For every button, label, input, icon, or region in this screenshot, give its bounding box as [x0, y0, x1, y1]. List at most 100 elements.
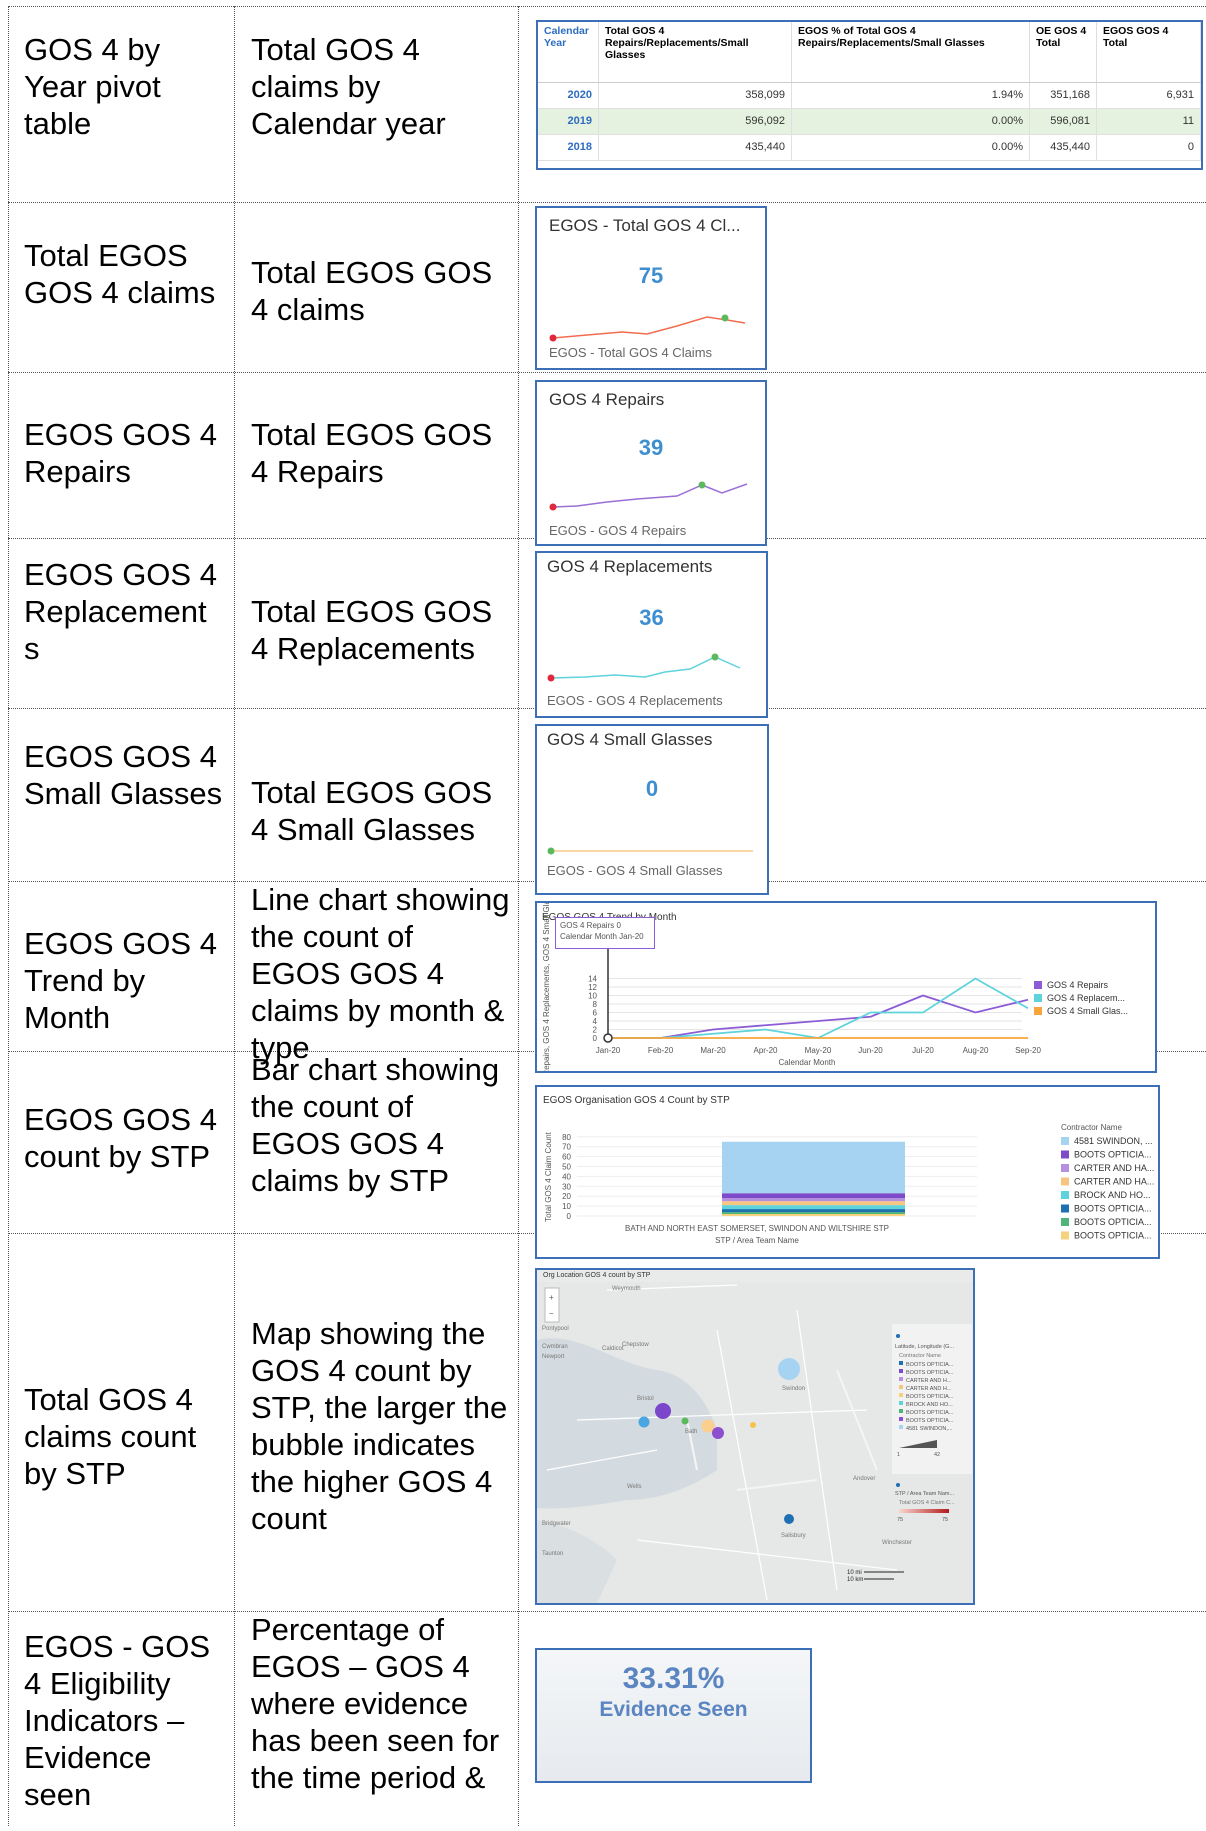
- tile-value: 0: [645, 776, 659, 801]
- bar-segment[interactable]: [722, 1201, 905, 1206]
- map-panel[interactable]: Org Location GOS 4 count by STP + − Weym…: [535, 1268, 975, 1605]
- y-tick-label: 0: [593, 1034, 598, 1043]
- tile-value: 36: [639, 605, 664, 630]
- tile-title: GOS 4 Small Glasses: [547, 730, 713, 749]
- kpi-tile-replacements[interactable]: GOS 4 Replacements 36 EGOS - GOS 4 Repla…: [535, 551, 768, 718]
- table-cell: 358,099: [598, 82, 792, 109]
- stp-bar-chart[interactable]: EGOS Organisation GOS 4 Count by STP 0 10…: [535, 1085, 1160, 1259]
- x-tick-label: Aug-20: [963, 1046, 989, 1055]
- stp-svg: 01020304050607080 Total GOS 4 Claim Coun…: [544, 1123, 1154, 1245]
- tile-value: 39: [638, 435, 664, 460]
- legend-item: BOOTS OPTICIA...: [906, 1410, 954, 1416]
- visual-description: Map showing the GOS 4 count by STP, the …: [251, 1316, 508, 1536]
- y-tick-label: 40: [562, 1172, 571, 1181]
- legend-item: BOOTS OPTICIA...: [1074, 1150, 1152, 1160]
- legend-swatch: [1061, 1164, 1069, 1172]
- visual-description: Total EGOS GOS 4 claims: [251, 255, 493, 327]
- evidence-seen-tile[interactable]: 33.31% Evidence Seen: [535, 1648, 812, 1783]
- kpi-tile-total-claims[interactable]: EGOS - Total GOS 4 Cl... 75 EGOS - Total…: [535, 206, 767, 370]
- x-tick-label: May-20: [805, 1046, 832, 1055]
- kpi-tile-repairs[interactable]: GOS 4 Repairs 39 EGOS - GOS 4 Repairs: [535, 380, 767, 546]
- visual-name: EGOS GOS 4 Trend by Month: [24, 926, 217, 1035]
- kpi-tile-small-glasses[interactable]: GOS 4 Small Glasses 0 EGOS - GOS 4 Small…: [535, 724, 769, 895]
- map-place-label: Caldicot: [602, 1346, 624, 1352]
- map-place-label: Winchester: [882, 1540, 912, 1546]
- column-divider: [518, 6, 519, 1826]
- visual-name: Total EGOS GOS 4 claims: [24, 238, 216, 310]
- table-cell: 596,081: [1029, 108, 1097, 135]
- trend-line-chart[interactable]: EGOS GOS 4 Trend by Month 02468101214Jan…: [535, 901, 1157, 1073]
- column-header[interactable]: EGOS % of Total GOS 4 Repairs/Replacemen…: [791, 22, 1030, 83]
- map-bubble[interactable]: [638, 1416, 650, 1428]
- visual-name: GOS 4 by Year pivot table: [24, 32, 161, 141]
- map-bubble[interactable]: [778, 1358, 800, 1380]
- column-header[interactable]: Total GOS 4 Repairs/Replacements/Small G…: [598, 22, 792, 83]
- legend-swatch: [1061, 1204, 1069, 1213]
- y-axis-label: GOS 4 Repairs, GOS 4 Replacements, GOS 4…: [542, 903, 551, 1071]
- zoom-in-icon[interactable]: +: [549, 1293, 554, 1302]
- table-cell: 435,440: [1029, 134, 1097, 161]
- map-bubble[interactable]: [784, 1514, 794, 1524]
- y-tick-label: 30: [562, 1182, 571, 1191]
- tile-title: GOS 4 Repairs: [549, 390, 665, 409]
- scale-label: 10 km: [847, 1577, 863, 1583]
- y-tick-label: 0: [567, 1212, 572, 1221]
- map-place-label: Wells: [627, 1484, 642, 1490]
- bar-segment[interactable]: [722, 1209, 905, 1213]
- column-header[interactable]: OE GOS 4 Total: [1029, 22, 1097, 83]
- data-point[interactable]: [603, 1033, 613, 1043]
- map-place-label: Pontypool: [542, 1326, 569, 1332]
- legend-item: BOOTS OPTICIA...: [1074, 1204, 1152, 1214]
- legend-swatch: [1061, 1218, 1069, 1226]
- evidence-label: Evidence Seen: [599, 1698, 748, 1721]
- bar-segment[interactable]: [722, 1198, 905, 1202]
- tile-title: EGOS - Total GOS 4 Cl...: [549, 216, 741, 235]
- visual-description: Total EGOS GOS 4 Small Glasses: [251, 775, 493, 847]
- zoom-out-icon[interactable]: −: [549, 1309, 554, 1318]
- table-row: 2019 596,092 0.00% 596,081 11: [538, 108, 1201, 135]
- table-cell: 2020: [538, 82, 599, 109]
- legend-item: BOOTS OPTICIA...: [906, 1418, 954, 1424]
- legend-item: 4581 SWINDON, ...: [1074, 1136, 1153, 1146]
- legend-range-max: 75: [942, 1517, 948, 1523]
- bar-segment[interactable]: [722, 1193, 905, 1199]
- map-bubble[interactable]: [712, 1427, 724, 1439]
- x-axis-label: Calendar Month: [779, 1058, 836, 1067]
- table-cell: 351,168: [1029, 82, 1097, 109]
- series-line[interactable]: [608, 994, 1029, 1039]
- map-bubble[interactable]: [750, 1422, 756, 1428]
- y-tick-label: 70: [562, 1143, 571, 1152]
- legend-swatch: [1061, 1137, 1069, 1145]
- map-bubble[interactable]: [655, 1403, 671, 1419]
- legend-swatch: [899, 1425, 903, 1429]
- y-tick-label: 6: [593, 1009, 598, 1018]
- bar-segment[interactable]: [722, 1214, 905, 1216]
- legend-item: BOOTS OPTICIA...: [906, 1370, 954, 1376]
- tile-footer: EGOS - GOS 4 Repairs: [549, 523, 687, 538]
- visual-name: EGOS GOS 4 Repairs: [24, 417, 217, 489]
- legend-swatch: [899, 1409, 903, 1413]
- y-tick-label: 4: [593, 1017, 598, 1026]
- bar-segment[interactable]: [722, 1212, 905, 1215]
- bar-segment[interactable]: [722, 1205, 905, 1210]
- x-tick-label: Mar-20: [700, 1046, 726, 1055]
- legend-swatch: [899, 1417, 903, 1421]
- map-place-label: Salisbury: [781, 1533, 806, 1539]
- visual-name: EGOS GOS 4 Replacements: [24, 557, 217, 666]
- column-header[interactable]: EGOS GOS 4 Total: [1096, 22, 1201, 83]
- legend-item: BOOTS OPTICIA...: [1074, 1231, 1152, 1241]
- y-tick-label: 60: [562, 1153, 571, 1162]
- visual-description: Line chart showing the count of EGOS GOS…: [251, 882, 510, 1065]
- legend-swatch: [899, 1377, 903, 1381]
- column-header[interactable]: Calendar Year: [538, 22, 599, 83]
- map-bubble[interactable]: [681, 1417, 689, 1425]
- legend-item: BOOTS OPTICIA...: [906, 1362, 954, 1368]
- legend-item: 4581 SWINDON,...: [906, 1426, 953, 1432]
- y-tick-label: 8: [593, 1000, 598, 1009]
- scale-label: 10 mi: [847, 1570, 862, 1576]
- legend-swatch: [1034, 981, 1042, 989]
- legend-item: BOOTS OPTICIA...: [906, 1394, 954, 1400]
- legend-item: GOS 4 Small Glas...: [1047, 1006, 1128, 1016]
- map-place-label: Andover: [853, 1476, 875, 1482]
- bar-segment[interactable]: [722, 1141, 905, 1194]
